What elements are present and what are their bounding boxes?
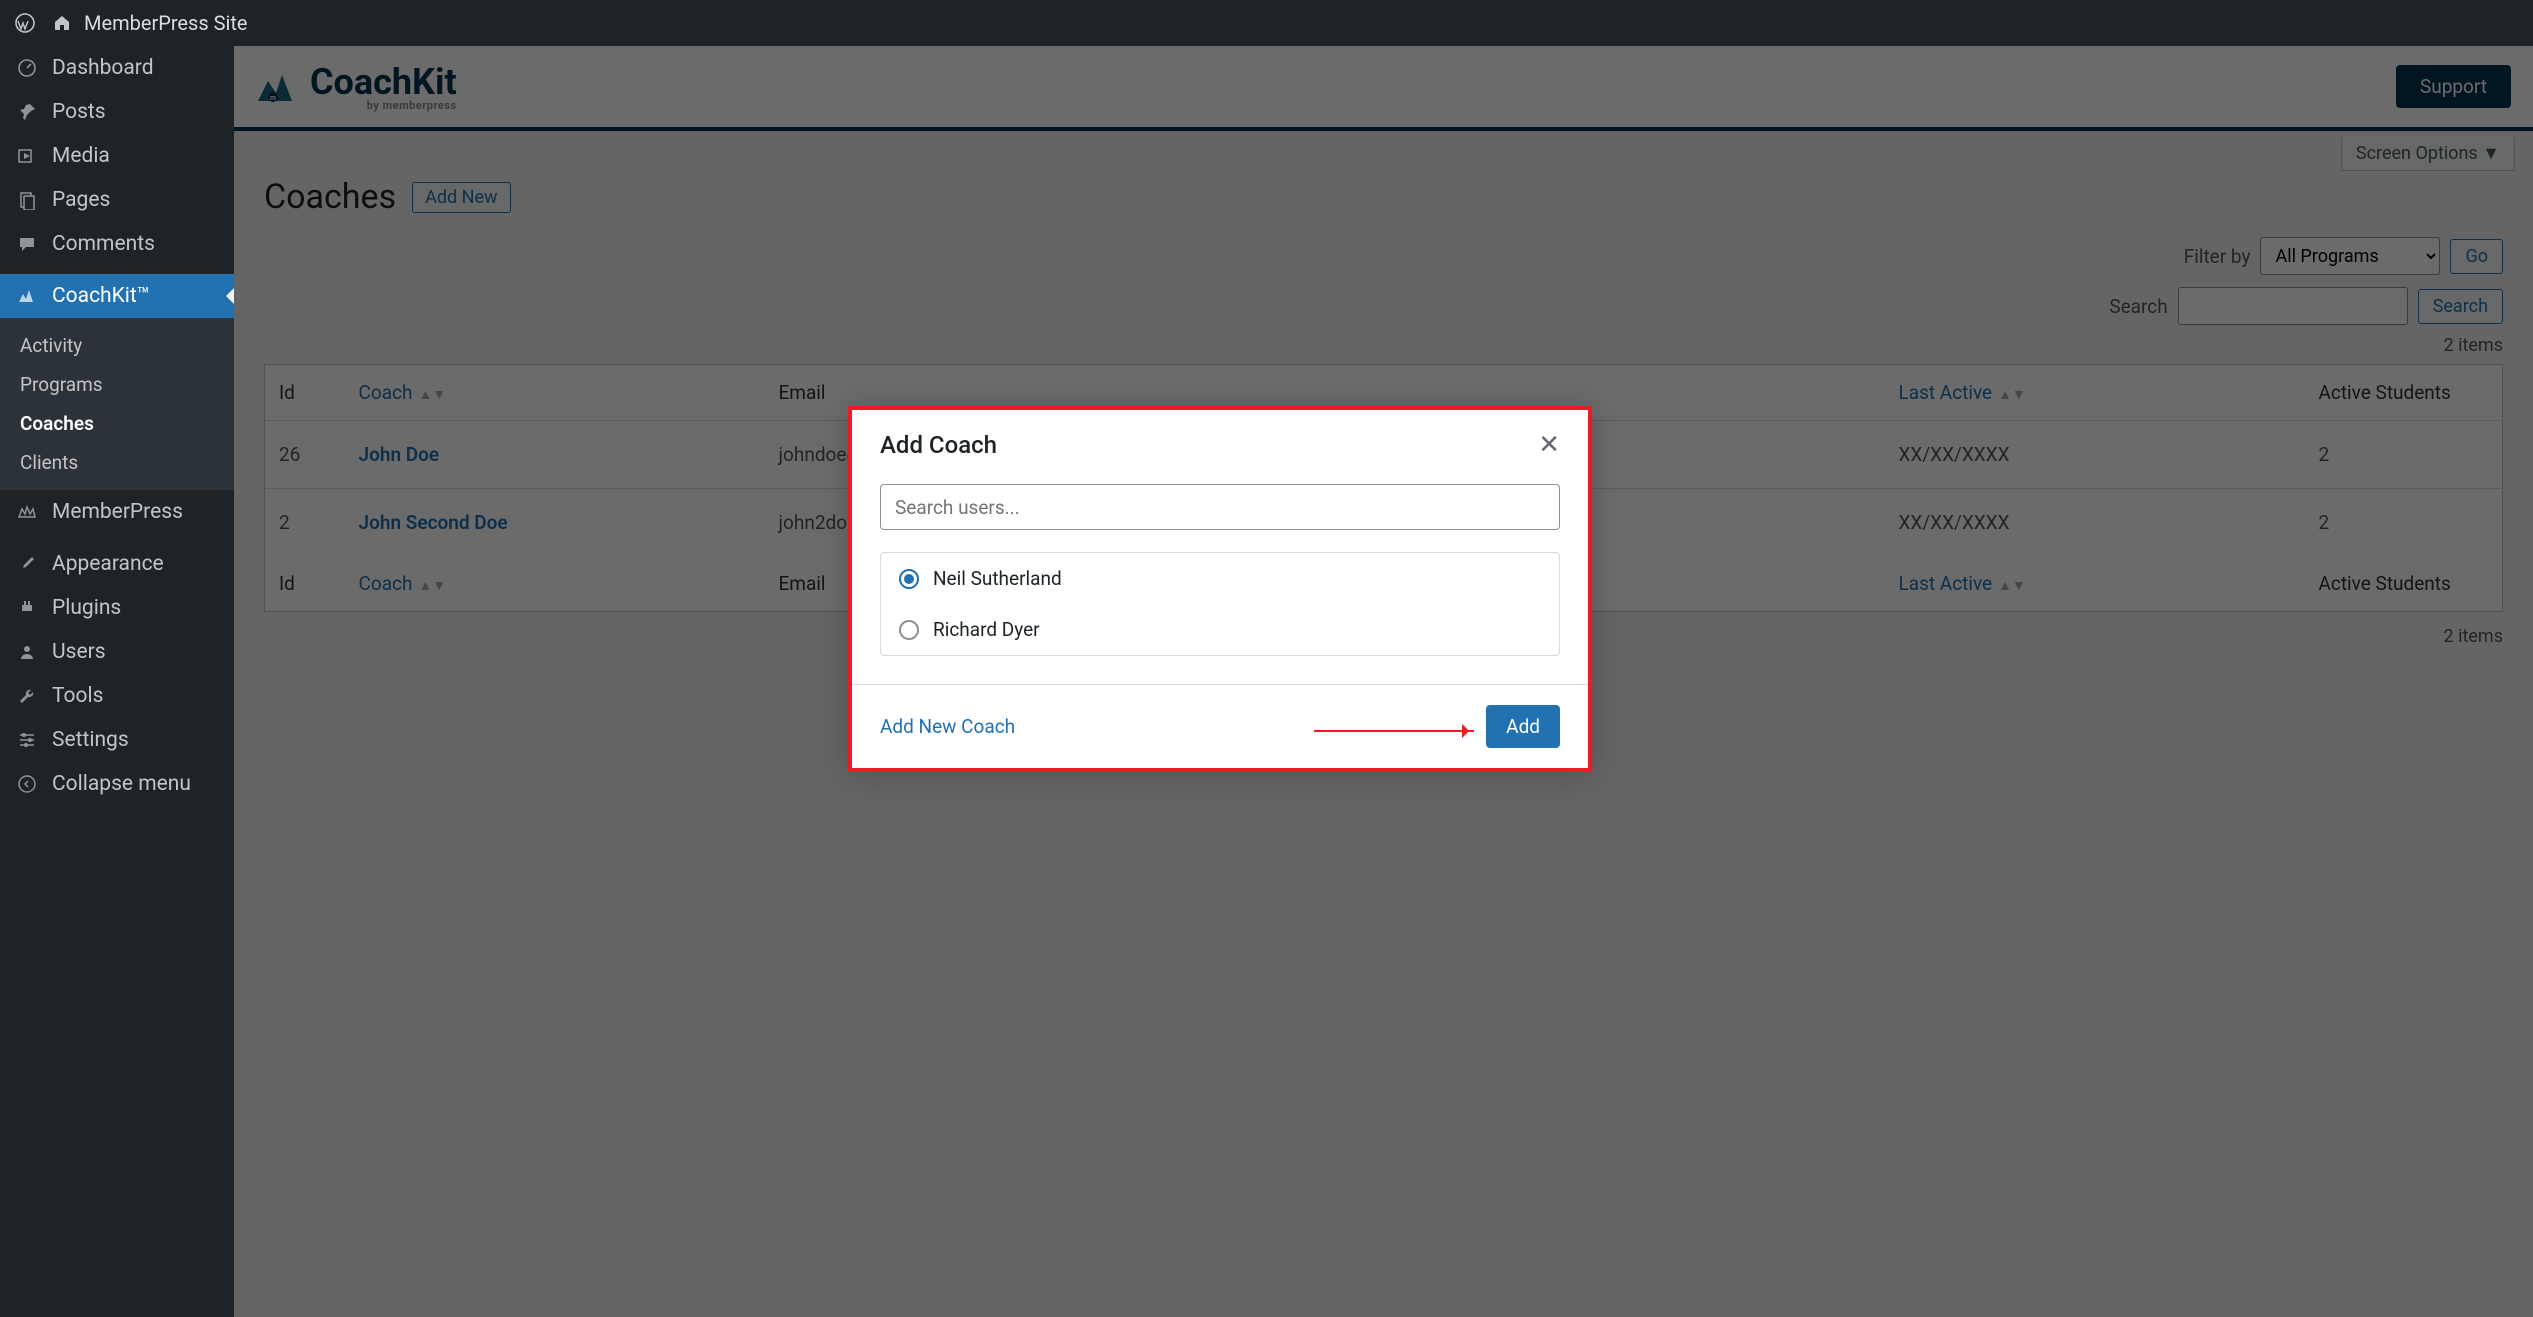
sliders-icon (14, 730, 40, 750)
sidebar-label: Plugins (52, 596, 121, 620)
sidebar-item-appearance[interactable]: Appearance (0, 542, 234, 586)
sidebar-item-media[interactable]: Media (0, 134, 234, 178)
pin-icon (14, 102, 40, 122)
admin-sidebar: Dashboard Posts Media Pages Comments Coa… (0, 46, 234, 1317)
coachkit-icon (14, 286, 40, 306)
sidebar-item-settings[interactable]: Settings (0, 718, 234, 762)
sidebar-item-coachkit[interactable]: CoachKit™ (0, 274, 234, 318)
dashboard-icon (14, 58, 40, 78)
sidebar-item-comments[interactable]: Comments (0, 222, 234, 266)
user-icon (14, 642, 40, 662)
user-name: Richard Dyer (933, 618, 1040, 641)
sidebar-submenu-coachkit: Activity Programs Coaches Clients (0, 318, 234, 490)
home-icon[interactable] (52, 13, 72, 33)
sidebar-label: CoachKit™ (52, 284, 150, 308)
sidebar-label: MemberPress (52, 500, 183, 524)
sidebar-item-memberpress[interactable]: MemberPress (0, 490, 234, 534)
brush-icon (14, 554, 40, 574)
close-icon[interactable]: ✕ (1538, 430, 1560, 460)
comments-icon (14, 234, 40, 254)
site-name[interactable]: MemberPress Site (84, 11, 248, 35)
user-list: Neil Sutherland Richard Dyer (880, 552, 1560, 656)
sidebar-item-dashboard[interactable]: Dashboard (0, 46, 234, 90)
submenu-item-programs[interactable]: Programs (0, 365, 234, 404)
user-name: Neil Sutherland (933, 567, 1062, 590)
sidebar-label: Pages (52, 188, 110, 212)
memberpress-icon (14, 502, 40, 522)
search-users-input[interactable] (880, 484, 1560, 530)
collapse-icon (14, 774, 40, 794)
wordpress-logo-icon[interactable] (10, 13, 40, 33)
sidebar-label: Comments (52, 232, 155, 256)
pages-icon (14, 190, 40, 210)
annotation-arrow (1314, 730, 1474, 732)
sidebar-label: Settings (52, 728, 129, 752)
sidebar-item-users[interactable]: Users (0, 630, 234, 674)
sidebar-label: Collapse menu (52, 772, 191, 796)
sidebar-item-tools[interactable]: Tools (0, 674, 234, 718)
sidebar-item-collapse[interactable]: Collapse menu (0, 762, 234, 806)
sidebar-label: Appearance (52, 552, 164, 576)
user-radio[interactable] (899, 620, 919, 640)
modal-title: Add Coach (880, 431, 997, 459)
wrench-icon (14, 686, 40, 706)
sidebar-label: Dashboard (52, 56, 154, 80)
sidebar-label: Posts (52, 100, 106, 124)
sidebar-item-posts[interactable]: Posts (0, 90, 234, 134)
user-row[interactable]: Richard Dyer (881, 604, 1559, 655)
user-row[interactable]: Neil Sutherland (881, 553, 1559, 604)
sidebar-label: Users (52, 640, 106, 664)
sidebar-label: Tools (52, 684, 103, 708)
add-new-coach-link[interactable]: Add New Coach (880, 715, 1015, 738)
admin-bar: MemberPress Site (0, 0, 2533, 46)
plugin-icon (14, 598, 40, 618)
submenu-item-clients[interactable]: Clients (0, 443, 234, 482)
user-radio[interactable] (899, 569, 919, 589)
sidebar-item-pages[interactable]: Pages (0, 178, 234, 222)
add-button[interactable]: Add (1486, 705, 1560, 748)
sidebar-label: Media (52, 144, 110, 168)
submenu-item-activity[interactable]: Activity (0, 326, 234, 365)
sidebar-item-plugins[interactable]: Plugins (0, 586, 234, 630)
submenu-item-coaches[interactable]: Coaches (0, 404, 234, 443)
add-coach-modal: Add Coach ✕ Neil Sutherland Richard Dyer… (848, 406, 1592, 772)
media-icon (14, 146, 40, 166)
